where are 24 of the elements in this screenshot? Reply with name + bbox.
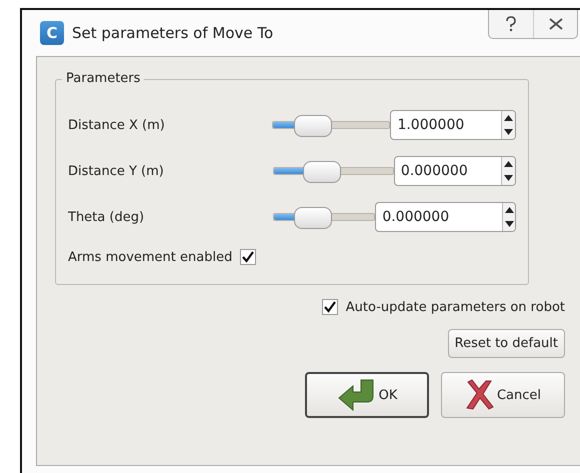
cross-icon bbox=[464, 379, 495, 411]
cancel-button[interactable]: Cancel bbox=[441, 372, 565, 418]
window-title: Set parameters of Move To bbox=[72, 24, 274, 42]
slider-thumb[interactable] bbox=[294, 207, 332, 229]
slider-thumb[interactable] bbox=[303, 161, 342, 183]
help-icon bbox=[505, 16, 517, 32]
checkbox-label: Arms movement enabled bbox=[68, 250, 232, 264]
spin-box[interactable]: 1.000000 bbox=[390, 110, 516, 140]
slider-thumb[interactable] bbox=[294, 115, 332, 137]
parameter-label: Distance Y (m) bbox=[68, 164, 165, 178]
spin-box[interactable]: 0.000000 bbox=[375, 202, 516, 232]
parameter-label: Distance X (m) bbox=[68, 118, 166, 132]
ok-button[interactable]: OK bbox=[305, 372, 429, 418]
checkbox[interactable] bbox=[240, 249, 256, 265]
app-icon: C bbox=[40, 21, 64, 45]
number-field[interactable]: 1.000000 bbox=[391, 111, 502, 139]
checkbox-label: Auto-update parameters on robot bbox=[346, 300, 565, 314]
number-field[interactable]: 0.000000 bbox=[394, 157, 501, 185]
reset-button[interactable]: Reset to default bbox=[448, 329, 565, 358]
spin-box[interactable]: 0.000000 bbox=[394, 156, 516, 186]
checkbox[interactable] bbox=[322, 299, 338, 315]
parameter-label: Theta (deg) bbox=[68, 210, 146, 224]
number-field[interactable]: 0.000000 bbox=[376, 203, 502, 231]
close-icon bbox=[548, 18, 562, 30]
